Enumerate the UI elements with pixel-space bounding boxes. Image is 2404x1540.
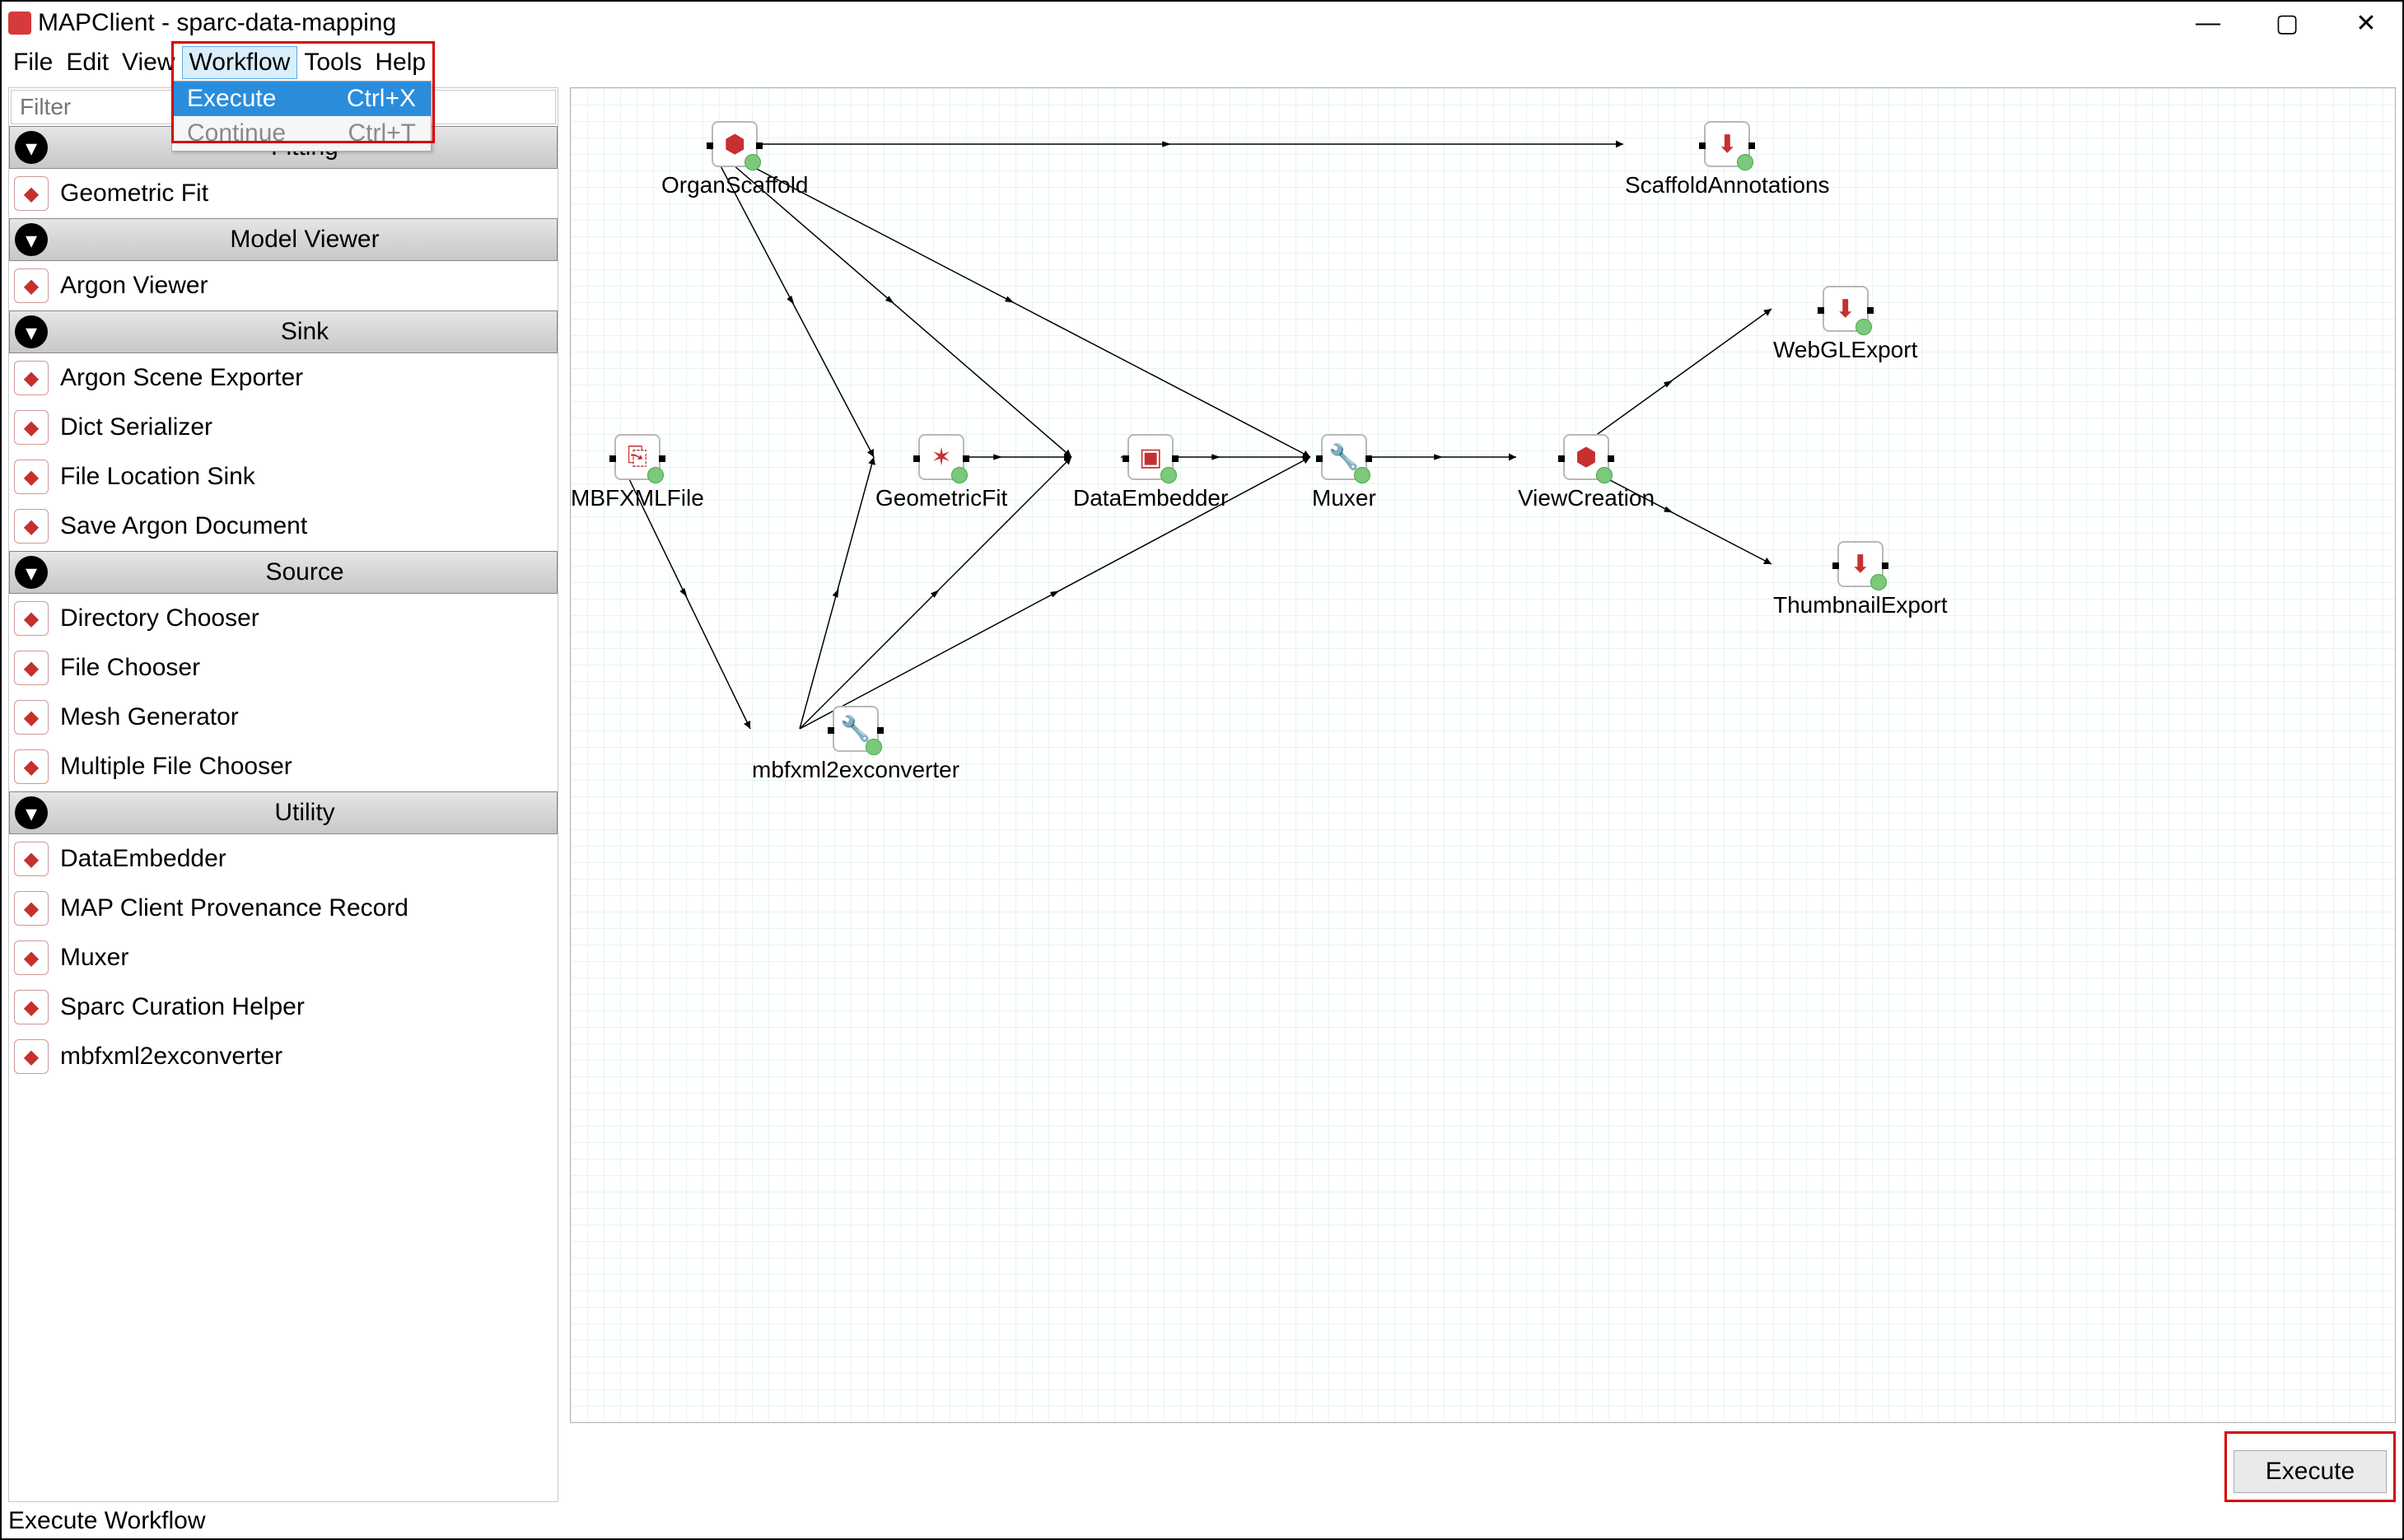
tool-icon: ◆: [14, 509, 49, 544]
sidebar-item-file-chooser[interactable]: ◆File Chooser: [9, 643, 558, 693]
sidebar-item-file-location-sink[interactable]: ◆File Location Sink: [9, 452, 558, 502]
tool-icon: ◆: [14, 460, 49, 494]
menu-file[interactable]: File: [7, 47, 59, 78]
tool-icon: ◆: [14, 176, 49, 211]
chevron-down-icon: ▾: [15, 315, 48, 348]
execute-button[interactable]: Execute: [2234, 1450, 2387, 1493]
workflow-dropdown: ExecuteCtrl+XContinueCtrl+T: [171, 81, 432, 152]
tool-icon: ◆: [14, 410, 49, 445]
sidebar-item-map-client-provenance-record[interactable]: ◆MAP Client Provenance Record: [9, 884, 558, 933]
tool-icon: ◆: [14, 700, 49, 735]
node-icon: ⬢: [712, 121, 758, 167]
tool-icon: ◆: [14, 268, 49, 303]
node-organscaffold[interactable]: ⬢OrganScaffold: [661, 121, 809, 198]
sidebar-item-save-argon-document[interactable]: ◆Save Argon Document: [9, 502, 558, 551]
chevron-down-icon: ▾: [15, 796, 48, 829]
annotation-highlight-execute: Execute: [2224, 1431, 2396, 1502]
app-icon: [8, 12, 31, 35]
sidebar-item-mbfxml2exconverter[interactable]: ◆mbfxml2exconverter: [9, 1032, 558, 1081]
node-icon: 🔧: [833, 706, 879, 752]
close-button[interactable]: ✕: [2350, 9, 2383, 38]
node-dataembedder[interactable]: ▣DataEmbedder: [1073, 434, 1228, 511]
titlebar: MAPClient - sparc-data-mapping — ▢ ✕: [2, 2, 2402, 44]
menu-tools[interactable]: Tools: [297, 47, 368, 78]
sidebar-item-muxer[interactable]: ◆Muxer: [9, 933, 558, 982]
node-muxer[interactable]: 🔧Muxer: [1312, 434, 1376, 511]
node-mbfxmlfile[interactable]: ⎘MBFXMLFile: [571, 434, 704, 511]
sidebar-item-dict-serializer[interactable]: ◆Dict Serializer: [9, 403, 558, 452]
menu-edit[interactable]: Edit: [59, 47, 115, 78]
chevron-down-icon: ▾: [15, 556, 48, 589]
sidebar-item-multiple-file-chooser[interactable]: ◆Multiple File Chooser: [9, 742, 558, 791]
statusbar: Execute Workflow: [2, 1505, 2402, 1538]
sidebar-tree: ▾Fitting◆Geometric Fit▾Model Viewer◆Argo…: [9, 126, 558, 1501]
tool-icon: ◆: [14, 842, 49, 876]
node-icon: ▣: [1127, 434, 1174, 480]
menu-workflow[interactable]: Workflow: [182, 46, 298, 79]
menu-item-continue: ContinueCtrl+T: [172, 116, 431, 151]
node-mbfxml2exconverter[interactable]: 🔧mbfxml2exconverter: [752, 706, 959, 783]
tool-icon: ◆: [14, 651, 49, 685]
chevron-down-icon: ▾: [15, 131, 48, 164]
minimize-button[interactable]: —: [2192, 9, 2224, 38]
maximize-button[interactable]: ▢: [2271, 9, 2304, 38]
node-icon: 🔧: [1321, 434, 1367, 480]
node-scaffoldannotations[interactable]: ⬇ScaffoldAnnotations: [1625, 121, 1830, 198]
tool-icon: ◆: [14, 990, 49, 1024]
tool-icon: ◆: [14, 1039, 49, 1074]
tool-icon: ◆: [14, 601, 49, 636]
tool-icon: ◆: [14, 940, 49, 975]
workflow-canvas[interactable]: ⬢OrganScaffold ⬇ScaffoldAnnotations ⎘MBFXM…: [570, 87, 2396, 1423]
node-icon: ✶: [918, 434, 964, 480]
section-header-source[interactable]: ▾Source: [9, 551, 558, 594]
window-title: MAPClient - sparc-data-mapping: [38, 9, 396, 37]
section-header-model-viewer[interactable]: ▾Model Viewer: [9, 218, 558, 261]
menubar: FileEditViewWorkflowToolsHelpExecuteCtrl…: [2, 44, 2402, 81]
sidebar-item-argon-viewer[interactable]: ◆Argon Viewer: [9, 261, 558, 310]
section-header-utility[interactable]: ▾Utility: [9, 791, 558, 834]
sidebar-item-argon-scene-exporter[interactable]: ◆Argon Scene Exporter: [9, 353, 558, 403]
sidebar-item-directory-chooser[interactable]: ◆Directory Chooser: [9, 594, 558, 643]
node-thumbnailexport[interactable]: ⬇ThumbnailExport: [1773, 541, 1948, 618]
tool-icon: ◆: [14, 749, 49, 784]
sidebar-item-geometric-fit[interactable]: ◆Geometric Fit: [9, 169, 558, 218]
node-geometricfit[interactable]: ✶GeometricFit: [875, 434, 1007, 511]
chevron-down-icon: ▾: [15, 223, 48, 256]
node-icon: ⬇: [1704, 121, 1750, 167]
sidebar-item-mesh-generator[interactable]: ◆Mesh Generator: [9, 693, 558, 742]
node-viewcreation[interactable]: ⬢ViewCreation: [1518, 434, 1655, 511]
menu-item-execute[interactable]: ExecuteCtrl+X: [172, 82, 431, 116]
menu-help[interactable]: Help: [368, 47, 432, 78]
node-webglexport[interactable]: ⬇WebGLExport: [1773, 286, 1917, 363]
menu-view[interactable]: View: [115, 47, 181, 78]
tool-icon: ◆: [14, 891, 49, 926]
tool-icon: ◆: [14, 361, 49, 395]
node-icon: ⎘: [614, 434, 661, 480]
node-icon: ⬇: [1837, 541, 1884, 587]
section-header-sink[interactable]: ▾Sink: [9, 310, 558, 353]
sidebar: ▾Fitting◆Geometric Fit▾Model Viewer◆Argo…: [8, 87, 558, 1502]
sidebar-item-dataembedder[interactable]: ◆DataEmbedder: [9, 834, 558, 884]
sidebar-item-sparc-curation-helper[interactable]: ◆Sparc Curation Helper: [9, 982, 558, 1032]
node-icon: ⬇: [1823, 286, 1869, 332]
node-icon: ⬢: [1563, 434, 1609, 480]
